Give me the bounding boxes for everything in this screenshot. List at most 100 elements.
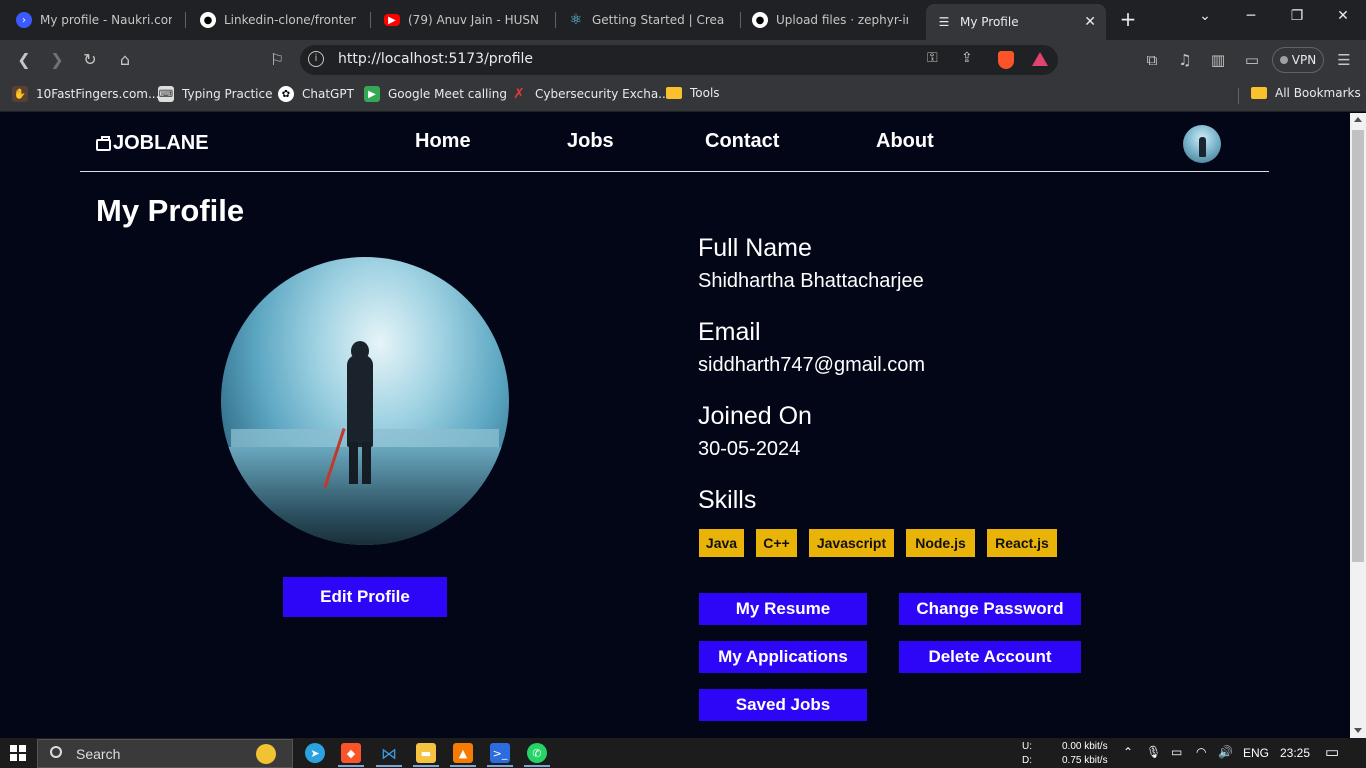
nav-jobs[interactable]: Jobs xyxy=(567,130,614,153)
vpn-status-icon xyxy=(1279,56,1288,64)
tab-youtube[interactable]: ▶ (79) Anuv Jain - HUSN (Of xyxy=(374,6,550,34)
taskbar-search[interactable]: Search xyxy=(37,739,293,768)
brave-shields-icon[interactable] xyxy=(998,51,1014,69)
saved-jobs-button[interactable]: Saved Jobs xyxy=(699,689,867,721)
scroll-up-arrow-icon[interactable] xyxy=(1354,117,1362,122)
naukri-icon: › xyxy=(16,12,32,28)
tab-my-profile[interactable]: ☰ My Profile ✕ xyxy=(926,4,1106,40)
logo-text: JOBLANE xyxy=(113,132,209,154)
delete-account-button[interactable]: Delete Account xyxy=(899,641,1081,673)
tab-search-chevron-icon[interactable]: ⌄ xyxy=(1190,8,1220,24)
microphone-icon[interactable]: 🎙 xyxy=(1146,745,1161,759)
nav-about[interactable]: About xyxy=(876,130,934,153)
tab-react-docs[interactable]: ⚛ Getting Started | Create Re xyxy=(558,6,734,34)
my-resume-button[interactable]: My Resume xyxy=(699,593,867,625)
bookmark-typing-practice[interactable]: ⌨ Typing Practice xyxy=(158,86,272,102)
vpn-button[interactable]: VPN xyxy=(1272,47,1324,73)
user-avatar[interactable] xyxy=(1183,125,1221,163)
bookmark-folder-tools[interactable]: Tools xyxy=(666,86,720,100)
page-icon: ☰ xyxy=(938,15,950,29)
telegram-icon[interactable]: ➤ xyxy=(305,743,325,763)
tab-title: Linkedin-clone/frontend/R xyxy=(224,13,356,27)
notifications-icon[interactable]: ▭ xyxy=(1325,743,1339,761)
nav-contact[interactable]: Contact xyxy=(705,130,779,153)
url-text[interactable]: http://localhost:5173/profile xyxy=(338,51,533,67)
youtube-icon: ▶ xyxy=(384,14,400,26)
tab-github-upload[interactable]: ● Upload files · zephyr-inter xyxy=(742,6,918,34)
menu-icon[interactable]: ☰ xyxy=(1334,51,1354,69)
bookmark-icon[interactable]: ⚐ xyxy=(267,50,287,70)
terminal-icon[interactable]: >_ xyxy=(490,743,510,763)
bookmarks-divider xyxy=(1238,88,1239,104)
brave-rewards-icon[interactable] xyxy=(1032,52,1048,66)
clock[interactable]: 23:25 xyxy=(1280,746,1310,760)
tray-chevron-icon[interactable]: ⌃ xyxy=(1123,745,1133,759)
tab-separator xyxy=(740,12,741,28)
tab-naukri[interactable]: › My profile - Naukri.com xyxy=(6,6,182,34)
scroll-down-arrow-icon[interactable] xyxy=(1354,728,1362,733)
weather-icon xyxy=(256,744,276,764)
bookmark-google-meet[interactable]: ▶ Google Meet calling xyxy=(364,86,507,102)
file-explorer-icon[interactable]: ▬ xyxy=(416,743,436,763)
all-bookmarks-folder[interactable]: All Bookmarks xyxy=(1251,86,1361,100)
volume-icon[interactable]: 🔊 xyxy=(1218,745,1233,759)
extensions-icon[interactable]: ⧉ xyxy=(1142,51,1162,69)
nav-home[interactable]: Home xyxy=(415,130,471,153)
windows-start-icon[interactable] xyxy=(10,745,26,761)
full-name-value: Shidhartha Bhattacharjee xyxy=(698,270,924,292)
picture-figure-leg xyxy=(362,442,371,484)
restore-button[interactable]: ❐ xyxy=(1282,8,1312,24)
search-icon xyxy=(50,746,62,758)
wifi-icon[interactable]: ◠ xyxy=(1196,745,1206,759)
bookmark-cybersecurity[interactable]: ✗ Cybersecurity Excha... xyxy=(511,86,670,102)
vpn-label: VPN xyxy=(1291,53,1317,67)
key-icon[interactable]: ⚿ xyxy=(927,50,938,66)
bookmark-chatgpt[interactable]: ✿ ChatGPT xyxy=(278,86,354,102)
change-password-button[interactable]: Change Password xyxy=(899,593,1081,625)
tab-separator xyxy=(185,12,186,28)
minimize-button[interactable]: ─ xyxy=(1236,8,1266,24)
tab-separator xyxy=(555,12,556,28)
site-logo[interactable]: JOBLANE xyxy=(96,132,209,155)
back-icon[interactable]: ❮ xyxy=(14,50,34,70)
github-icon: ● xyxy=(200,12,216,28)
tab-title: My profile - Naukri.com xyxy=(40,13,172,27)
wallet-icon[interactable]: ▭ xyxy=(1242,51,1262,69)
active-app-indicator xyxy=(338,765,364,767)
bookmark-label: Google Meet calling xyxy=(388,87,507,101)
sidebar-icon[interactable]: ▥ xyxy=(1208,51,1228,69)
active-app-indicator xyxy=(524,765,550,767)
site-info-icon[interactable]: i xyxy=(308,51,324,67)
battery-icon[interactable]: ▭ xyxy=(1171,745,1182,759)
my-applications-button[interactable]: My Applications xyxy=(699,641,867,673)
media-icon[interactable]: ♫ xyxy=(1175,51,1195,69)
typing-icon: ⌨ xyxy=(158,86,174,102)
react-icon: ⚛ xyxy=(569,12,583,28)
reload-icon[interactable]: ↻ xyxy=(80,50,100,70)
tab-linkedin-clone[interactable]: ● Linkedin-clone/frontend/R xyxy=(190,6,366,34)
skill-badge: Javascript xyxy=(809,529,894,557)
share-icon[interactable]: ⇪ xyxy=(961,50,973,66)
new-tab-button[interactable]: + xyxy=(1118,8,1138,32)
net-up-label: U: xyxy=(1022,741,1032,752)
home-icon[interactable]: ⌂ xyxy=(115,50,135,70)
folder-icon xyxy=(1251,87,1267,99)
bookmark-10fastfingers[interactable]: ✋ 10FastFingers.com... xyxy=(12,86,159,102)
folder-icon xyxy=(666,87,682,99)
whatsapp-icon[interactable]: ✆ xyxy=(527,743,547,763)
edit-profile-button[interactable]: Edit Profile xyxy=(283,577,447,617)
bookmark-label: Typing Practice xyxy=(182,87,273,101)
language-indicator[interactable]: ENG xyxy=(1243,746,1269,760)
vscode-icon[interactable]: ⋈ xyxy=(379,743,399,763)
net-up-speed: 0.00 kbit/s xyxy=(1062,741,1108,752)
forward-icon[interactable]: ❯ xyxy=(47,50,67,70)
close-tab-icon[interactable]: ✕ xyxy=(1084,14,1096,30)
bookmark-label: Tools xyxy=(690,86,720,100)
app-orange-icon[interactable]: ▲ xyxy=(453,743,473,763)
tab-title: Getting Started | Create Re xyxy=(592,13,724,27)
brave-taskbar-icon[interactable]: ◆ xyxy=(341,743,361,763)
skill-badge: React.js xyxy=(987,529,1057,557)
scrollbar-thumb[interactable] xyxy=(1352,130,1364,562)
close-window-button[interactable]: ✕ xyxy=(1328,8,1358,24)
bookmark-label: Cybersecurity Excha... xyxy=(535,87,670,101)
